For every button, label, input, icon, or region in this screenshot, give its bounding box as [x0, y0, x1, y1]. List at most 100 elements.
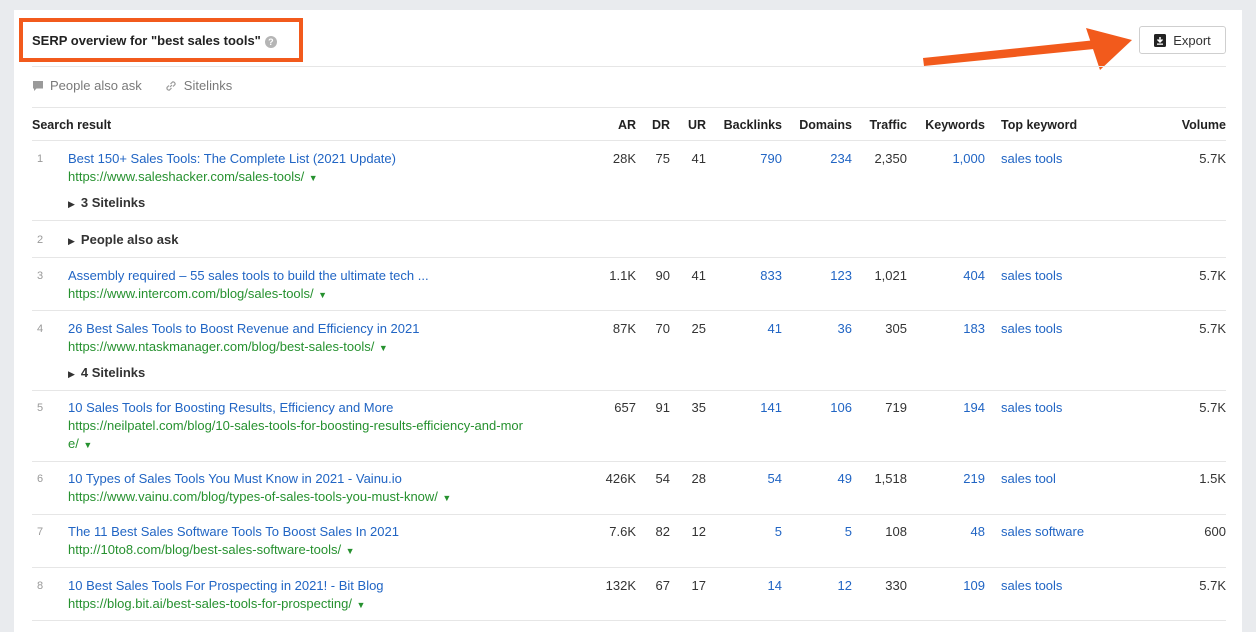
- divider: [32, 461, 1226, 462]
- cell-domains[interactable]: 36: [790, 321, 852, 336]
- result-url[interactable]: http://10to8.com/blog/best-sales-softwar…: [68, 541, 578, 560]
- cell-top-keyword[interactable]: sales software: [1001, 524, 1084, 539]
- result-title-link[interactable]: Best 150+ Sales Tools: The Complete List…: [68, 151, 396, 166]
- people-also-ask-toggle[interactable]: ▶ People also ask: [68, 232, 178, 247]
- column-header-backlinks[interactable]: Backlinks: [712, 118, 782, 132]
- cell-keywords[interactable]: 1,000: [915, 151, 985, 166]
- column-header-traffic[interactable]: Traffic: [860, 118, 907, 132]
- cell-ar: 7.6K: [609, 524, 636, 539]
- cell-top-keyword[interactable]: sales tools: [1001, 151, 1062, 166]
- column-header-search-result[interactable]: Search result: [32, 118, 111, 132]
- column-header-keywords[interactable]: Keywords: [915, 118, 985, 132]
- cell-backlinks[interactable]: 5: [712, 524, 782, 539]
- serp-feature-filters: People also ask Sitelinks: [32, 78, 232, 93]
- caret-down-icon[interactable]: ▼: [316, 290, 327, 300]
- cell-volume: 5.7K: [1199, 578, 1226, 593]
- cell-volume: 5.7K: [1199, 268, 1226, 283]
- column-header-ar[interactable]: AR: [600, 118, 636, 132]
- caret-down-icon[interactable]: ▼: [440, 493, 451, 503]
- export-button[interactable]: Export: [1139, 26, 1226, 54]
- result-title-link[interactable]: 10 Types of Sales Tools You Must Know in…: [68, 471, 402, 486]
- cell-keywords[interactable]: 183: [915, 321, 985, 336]
- cell-traffic: 330: [885, 578, 907, 593]
- cell-ur: 12: [691, 524, 706, 539]
- cell-domains[interactable]: 234: [790, 151, 852, 166]
- result-url[interactable]: https://www.intercom.com/blog/sales-tool…: [68, 285, 578, 304]
- cell-traffic: 1,518: [874, 471, 907, 486]
- caret-down-icon[interactable]: ▼: [81, 440, 92, 450]
- cell-domains[interactable]: 12: [790, 578, 852, 593]
- filter-sitelinks[interactable]: Sitelinks: [184, 78, 232, 93]
- result-title-link[interactable]: Assembly required – 55 sales tools to bu…: [68, 268, 429, 283]
- cell-backlinks[interactable]: 790: [712, 151, 782, 166]
- cell-backlinks[interactable]: 141: [712, 400, 782, 415]
- result-title-link[interactable]: 10 Best Sales Tools For Prospecting in 2…: [68, 578, 384, 593]
- column-header-domains[interactable]: Domains: [790, 118, 852, 132]
- column-header-dr[interactable]: DR: [640, 118, 670, 132]
- result-url[interactable]: https://www.saleshacker.com/sales-tools/…: [68, 168, 578, 187]
- cell-ur: 35: [691, 400, 706, 415]
- result-url[interactable]: https://blog.bit.ai/best-sales-tools-for…: [68, 595, 578, 614]
- comment-icon: [33, 80, 43, 91]
- cell-top-keyword[interactable]: sales tools: [1001, 268, 1062, 283]
- sitelinks-toggle[interactable]: ▶ 4 Sitelinks: [68, 365, 145, 380]
- sitelinks-label: 3 Sitelinks: [80, 195, 146, 210]
- cell-top-keyword[interactable]: sales tool: [1001, 471, 1056, 486]
- triangle-right-icon: ▶: [68, 236, 75, 246]
- cell-volume: 5.7K: [1199, 321, 1226, 336]
- cell-keywords[interactable]: 219: [915, 471, 985, 486]
- caret-down-icon[interactable]: ▼: [306, 173, 318, 183]
- caret-down-icon[interactable]: ▼: [343, 546, 355, 556]
- cell-top-keyword[interactable]: sales tools: [1001, 321, 1062, 336]
- filter-people-also-ask[interactable]: People also ask: [50, 78, 142, 93]
- row-number: 3: [37, 270, 44, 282]
- cell-ar: 426K: [605, 471, 636, 486]
- cell-ar: 132K: [605, 578, 636, 593]
- result-url[interactable]: https://www.ntaskmanager.com/blog/best-s…: [68, 338, 578, 357]
- cell-keywords[interactable]: 109: [915, 578, 985, 593]
- cell-backlinks[interactable]: 833: [712, 268, 782, 283]
- export-label: Export: [1173, 32, 1211, 48]
- result-url-text-continued: e/: [68, 436, 79, 451]
- cell-dr: 75: [655, 151, 670, 166]
- cell-backlinks[interactable]: 41: [712, 321, 782, 336]
- column-header-top-keyword[interactable]: Top keyword: [1001, 118, 1077, 132]
- sitelinks-toggle[interactable]: ▶ 3 Sitelinks: [68, 195, 145, 210]
- cell-keywords[interactable]: 404: [915, 268, 985, 283]
- cell-ar: 87K: [612, 321, 636, 336]
- cell-domains[interactable]: 5: [790, 524, 852, 539]
- column-header-ur[interactable]: UR: [676, 118, 706, 132]
- cell-domains[interactable]: 49: [790, 471, 852, 486]
- cell-backlinks[interactable]: 54: [712, 471, 782, 486]
- cell-dr: 82: [655, 524, 670, 539]
- help-icon[interactable]: ?: [264, 36, 277, 48]
- cell-domains[interactable]: 106: [790, 400, 852, 415]
- result-title-link[interactable]: The 11 Best Sales Software Tools To Boos…: [68, 524, 399, 539]
- cell-backlinks[interactable]: 14: [712, 578, 782, 593]
- cell-volume: 5.7K: [1199, 400, 1226, 415]
- cell-top-keyword[interactable]: sales tools: [1001, 400, 1062, 415]
- cell-domains[interactable]: 123: [790, 268, 852, 283]
- cell-keywords[interactable]: 48: [915, 524, 985, 539]
- cell-ur: 17: [691, 578, 706, 593]
- column-header-volume[interactable]: Volume: [1160, 118, 1226, 132]
- cell-traffic: 108: [885, 524, 907, 539]
- cell-top-keyword[interactable]: sales tools: [1001, 578, 1062, 593]
- cell-volume: 1.5K: [1199, 471, 1226, 486]
- result-url-text: https://www.vainu.com/blog/types-of-sale…: [68, 489, 438, 504]
- divider: [32, 390, 1226, 391]
- divider: [32, 257, 1226, 258]
- result-title-link[interactable]: 10 Sales Tools for Boosting Results, Eff…: [68, 400, 393, 415]
- cell-keywords[interactable]: 194: [915, 400, 985, 415]
- result-title-link[interactable]: 26 Best Sales Tools to Boost Revenue and…: [68, 321, 419, 336]
- cell-ur: 41: [691, 151, 706, 166]
- sitelinks-label: 4 Sitelinks: [80, 365, 146, 380]
- result-url[interactable]: https://neilpatel.com/blog/10-sales-tool…: [68, 417, 578, 454]
- result-url-text: https://neilpatel.com/blog/10-sales-tool…: [68, 418, 523, 433]
- divider: [32, 220, 1226, 221]
- caret-down-icon[interactable]: ▼: [376, 343, 388, 353]
- result-url[interactable]: https://www.vainu.com/blog/types-of-sale…: [68, 488, 578, 507]
- cell-ar: 1.1K: [609, 268, 636, 283]
- caret-down-icon[interactable]: ▼: [354, 600, 365, 610]
- divider: [32, 66, 1226, 67]
